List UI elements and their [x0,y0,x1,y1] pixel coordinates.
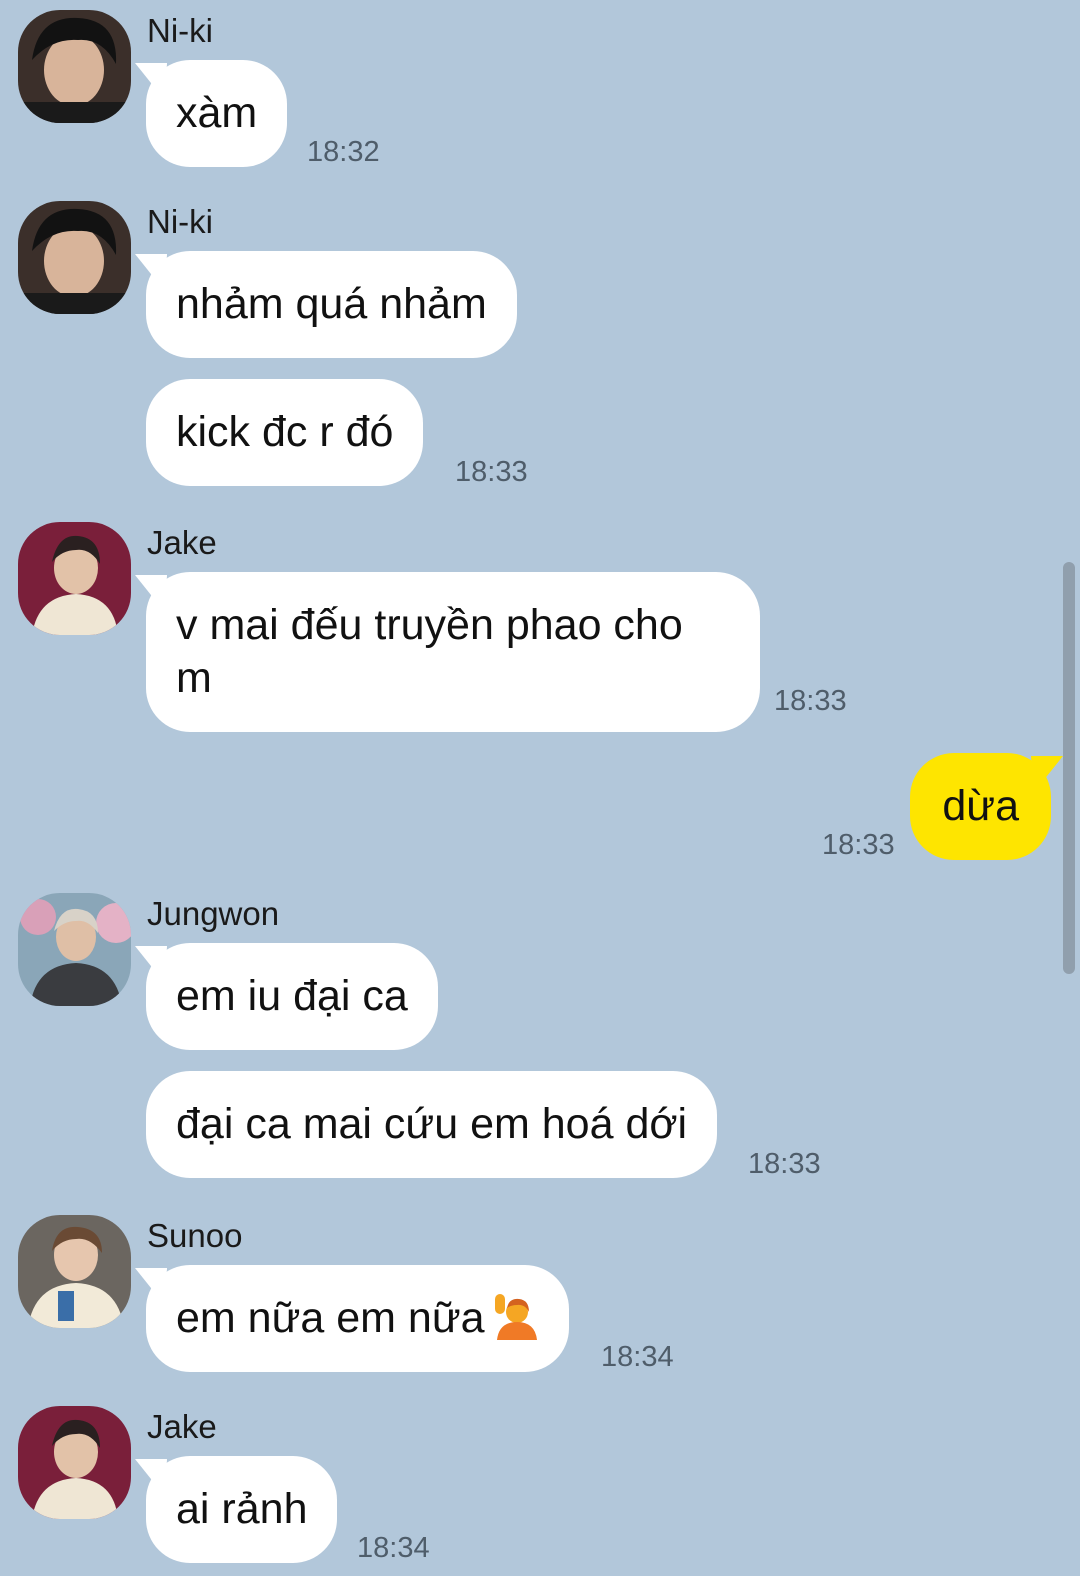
sender-name: Jake [147,1408,217,1445]
message-bubble[interactable]: em iu đại ca [146,943,438,1050]
message-time: 18:33 [774,685,847,717]
message-bubble[interactable]: xàm [146,60,288,167]
sender-name: Sunoo [147,1217,243,1254]
avatar-niki[interactable] [18,10,131,123]
message-bubble[interactable]: ai rảnh [146,1456,338,1563]
message-bubble[interactable]: đại ca mai cứu em hoá dới [146,1071,718,1178]
avatar-jungwon[interactable] [18,893,131,1006]
sender-name: Ni-ki [147,203,213,240]
sender-name: Jake [147,524,217,561]
message-text: em nữa em nữa [176,1294,485,1342]
avatar-jake[interactable] [18,522,131,635]
message-time: 18:33 [822,829,895,861]
message-time: 18:34 [357,1532,430,1564]
message-time: 18:33 [748,1148,821,1180]
message-time: 18:34 [601,1341,674,1373]
person-raising-hand-icon [494,1294,537,1340]
avatar-sunoo[interactable] [18,1215,131,1328]
avatar-niki[interactable] [18,201,131,314]
message-time: 18:33 [455,456,528,488]
message-bubble[interactable]: em nữa em nữa [146,1265,569,1372]
message-time: 18:32 [307,136,380,168]
my-message-bubble[interactable]: dừa [910,753,1051,860]
message-bubble[interactable]: kick đc r đó [146,379,424,486]
scrollbar[interactable] [1063,562,1075,974]
avatar-jake[interactable] [18,1406,131,1519]
sender-name: Ni-ki [147,12,213,49]
sender-name: Jungwon [147,895,280,932]
message-bubble[interactable]: nhảm quá nhảm [146,251,517,358]
message-bubble[interactable]: v mai đếu truyền phao cho m [146,572,760,732]
